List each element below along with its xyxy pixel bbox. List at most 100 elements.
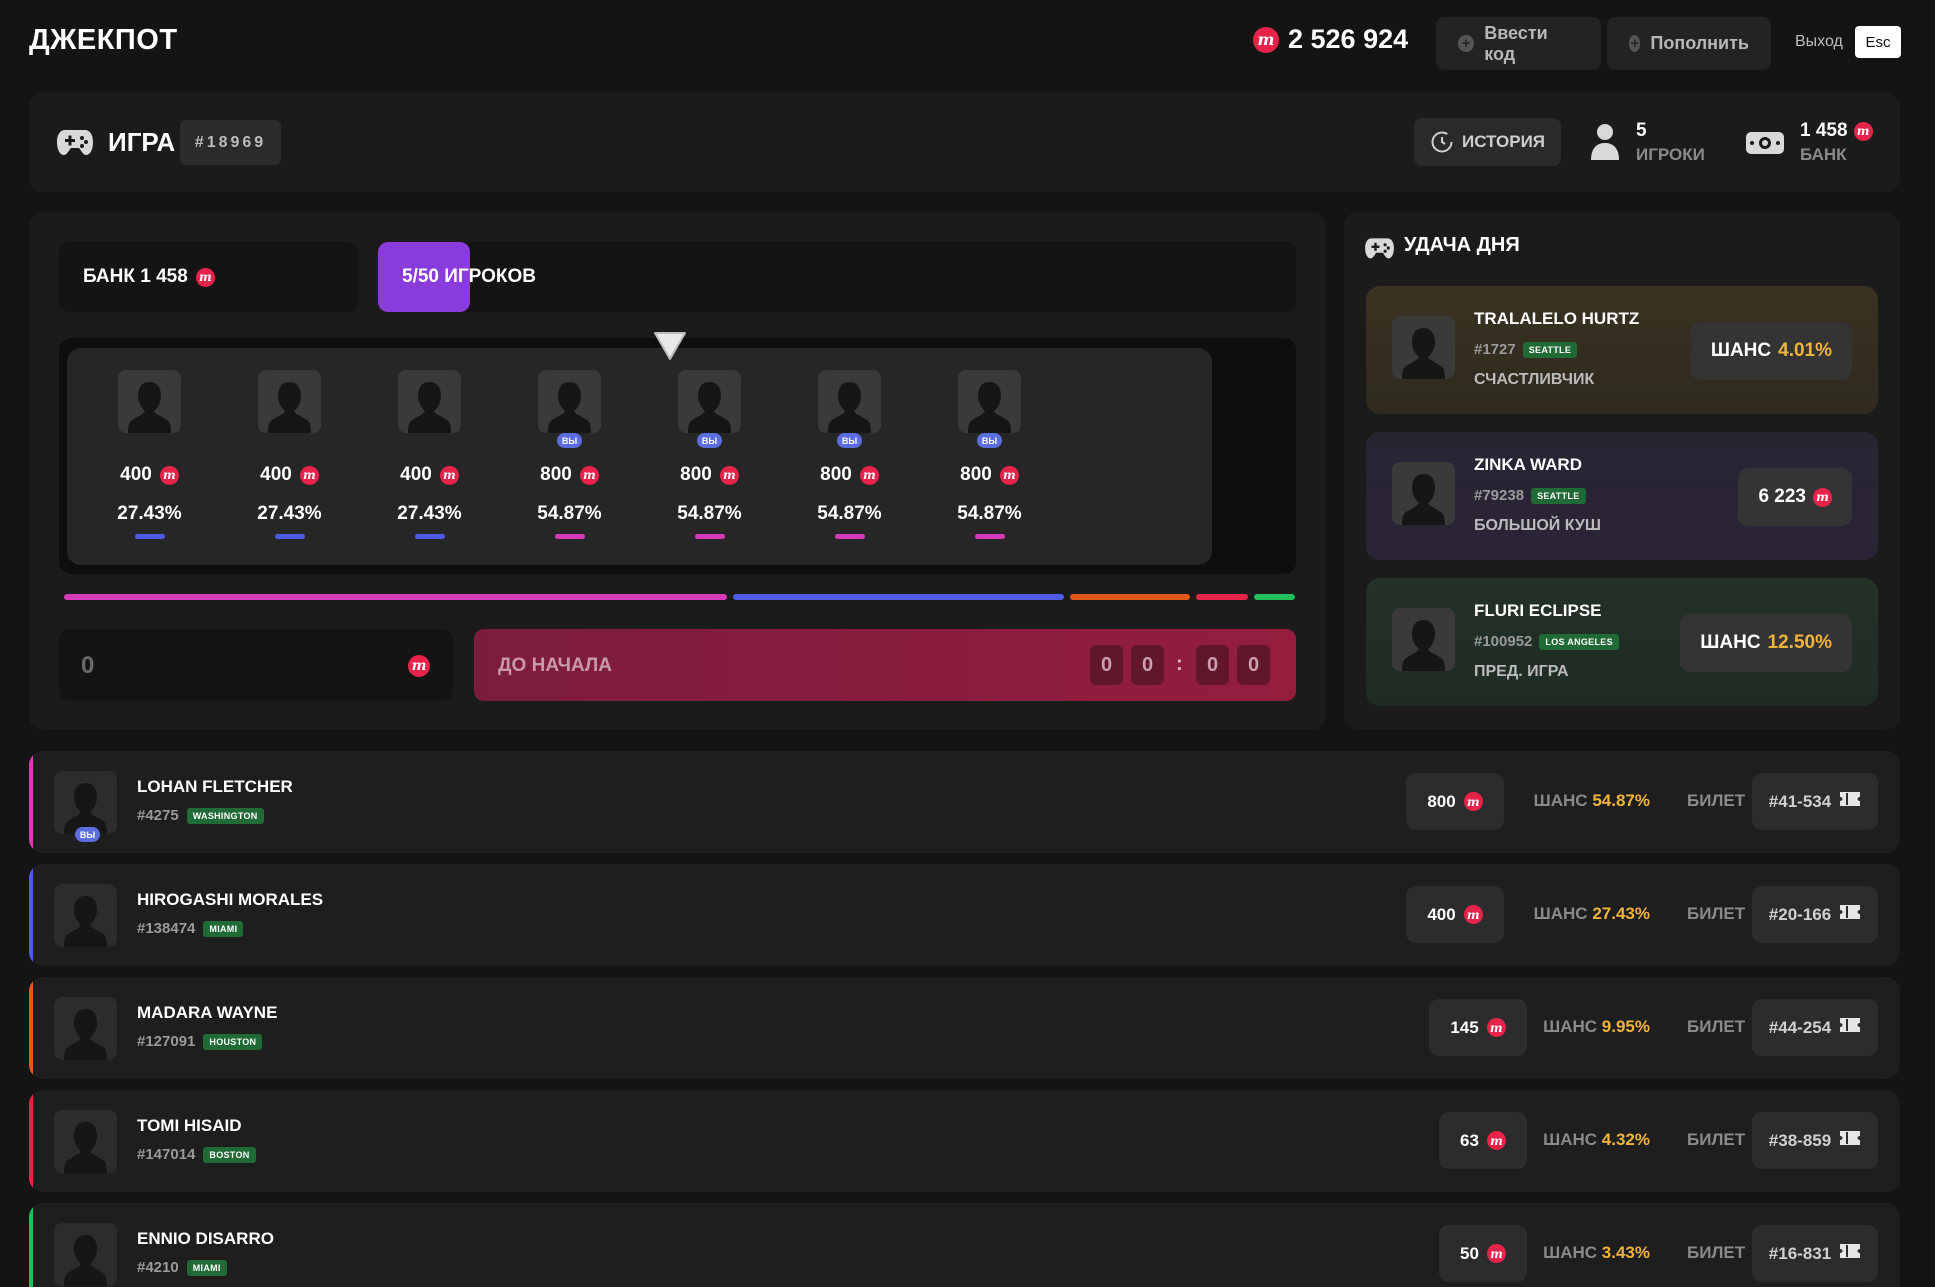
game-id-badge: #18969 bbox=[180, 120, 281, 165]
chance-segment bbox=[1196, 594, 1248, 600]
card-color-bar bbox=[835, 534, 865, 539]
player-row[interactable]: ENNIO DISARRO #4210 MIAMI 50 m ШАНС 3.43% БИЛЕ… bbox=[29, 1203, 1900, 1287]
bet-amount-input[interactable] bbox=[59, 629, 453, 701]
player-row[interactable]: MADARA WAYNE #127091 HOUSTON 145 m ШАНС 9.95%… bbox=[29, 977, 1900, 1079]
timer-digit: 0 bbox=[1131, 645, 1164, 685]
player-chance-label: ШАНС bbox=[1543, 1243, 1598, 1262]
player-chance-value: 4.32% bbox=[1601, 1130, 1650, 1149]
players-label: ИГРОКИ bbox=[1636, 145, 1705, 164]
esc-key-badge[interactable]: Esc bbox=[1855, 26, 1901, 58]
coin-icon: m bbox=[299, 465, 319, 485]
coin-icon: m bbox=[719, 465, 739, 485]
player-id-row: #4210 MIAMI bbox=[137, 1259, 227, 1276]
luck-player-name: FLURI ECLIPSE bbox=[1474, 601, 1602, 620]
plus-icon: + bbox=[1458, 35, 1475, 52]
card-color-bar bbox=[695, 534, 725, 539]
user-balance: m 2 526 924 bbox=[1253, 24, 1408, 55]
enter-code-button[interactable]: + Ввести код bbox=[1436, 17, 1601, 70]
ticket-button[interactable]: #41-534 bbox=[1752, 773, 1878, 830]
avatar bbox=[54, 997, 117, 1060]
ticket-value: #44-254 bbox=[1768, 1017, 1832, 1037]
player-bet-value: 50 bbox=[1460, 1243, 1479, 1263]
ticket-label: БИЛЕТ bbox=[1687, 1243, 1746, 1262]
coin-icon: m bbox=[195, 267, 215, 287]
you-badge: ВЫ bbox=[557, 433, 582, 448]
avatar bbox=[1392, 608, 1455, 671]
avatar bbox=[958, 370, 1021, 433]
luck-badge-label: ШАНС bbox=[1710, 340, 1772, 361]
player-id: #127091 bbox=[137, 1033, 196, 1050]
luck-card: ZINKA WARD #79238 SEATTLE БОЛЬШОЙ КУШ 6 223 m bbox=[1366, 432, 1878, 560]
ticket-button[interactable]: #20-166 bbox=[1752, 886, 1878, 943]
plus-icon: + bbox=[1629, 35, 1641, 52]
bank-label: БАНК bbox=[1800, 145, 1847, 164]
ticket-icon bbox=[1839, 1129, 1861, 1152]
avatar bbox=[54, 1110, 117, 1173]
ticket-button[interactable]: #44-254 bbox=[1752, 999, 1878, 1056]
coin-icon: m bbox=[579, 465, 599, 485]
player-bet-value: 63 bbox=[1460, 1130, 1479, 1150]
ticket-label: БИЛЕТ bbox=[1687, 1130, 1746, 1149]
coin-icon: m bbox=[999, 465, 1019, 485]
player-name: HIROGASHI MORALES bbox=[137, 890, 324, 909]
player-row[interactable]: TOMI HISAID #147014 BOSTON 63 m ШАНС 4.32% БИЛ… bbox=[29, 1090, 1900, 1192]
timer-digit: 0 bbox=[1090, 645, 1123, 685]
chance-segment bbox=[1254, 594, 1295, 600]
player-row[interactable]: ВЫ LOHAN FLETCHER #4275 WASHINGTON 800 m ШАНС … bbox=[29, 751, 1900, 853]
luck-player-id-row: #79238 SEATTLE bbox=[1474, 487, 1586, 504]
player-chance-label: ШАНС bbox=[1533, 904, 1588, 923]
player-name: TOMI HISAID bbox=[137, 1116, 242, 1135]
luck-card: FLURI ECLIPSE #100952 LOS ANGELES ПРЕД. ИГР… bbox=[1366, 578, 1878, 706]
luck-badge: ШАНС 4.01% bbox=[1690, 322, 1852, 380]
player-bet-amount: 400 m bbox=[1406, 886, 1504, 943]
city-badge: WASHINGTON bbox=[186, 807, 264, 824]
ticket-button[interactable]: #16-831 bbox=[1752, 1225, 1878, 1282]
player-chance: ШАНС 27.43% bbox=[1534, 904, 1650, 924]
player-color-edge bbox=[29, 1203, 33, 1287]
roulette-pointer-icon bbox=[654, 332, 686, 360]
player-color-edge bbox=[29, 1090, 33, 1192]
luck-player-id-row: #1727 SEATTLE bbox=[1474, 341, 1578, 358]
timer-colon: : bbox=[1176, 653, 1183, 675]
avatar bbox=[818, 370, 881, 433]
deposit-button[interactable]: + Пополнить bbox=[1607, 17, 1771, 70]
card-amount-value: 800 bbox=[540, 464, 572, 485]
gamepad-icon bbox=[57, 130, 93, 155]
ticket-label: БИЛЕТ bbox=[1687, 1017, 1746, 1036]
you-badge: ВЫ bbox=[697, 433, 722, 448]
avatar bbox=[1392, 462, 1455, 525]
player-chance: ШАНС 3.43% bbox=[1543, 1243, 1650, 1263]
luck-title: ПРЕД. ИГРА bbox=[1474, 663, 1569, 680]
history-button[interactable]: ИСТОРИЯ bbox=[1414, 118, 1561, 166]
player-name: LOHAN FLETCHER bbox=[137, 777, 293, 796]
player-chance-label: ШАНС bbox=[1543, 1130, 1598, 1149]
luck-player-name: TRALALELO HURTZ bbox=[1474, 309, 1640, 328]
card-color-bar bbox=[275, 534, 305, 539]
card-amount-value: 800 bbox=[820, 464, 852, 485]
player-bet-value: 145 bbox=[1450, 1017, 1479, 1037]
cash-icon bbox=[1746, 132, 1784, 154]
you-badge: ВЫ bbox=[75, 827, 100, 842]
logout-link[interactable]: Выход bbox=[1795, 33, 1843, 51]
chance-segment bbox=[64, 594, 727, 600]
coin-icon: m bbox=[1463, 792, 1483, 811]
ticket-button[interactable]: #38-859 bbox=[1752, 1112, 1878, 1169]
player-bet-value: 400 bbox=[1427, 904, 1456, 924]
card-amount-value: 800 bbox=[960, 464, 992, 485]
balance-value: 2 526 924 bbox=[1288, 24, 1409, 54]
avatar bbox=[54, 1223, 117, 1286]
city-badge: HOUSTON bbox=[203, 1033, 263, 1050]
player-row[interactable]: HIROGASHI MORALES #138474 MIAMI 400 m ШАНС 27… bbox=[29, 864, 1900, 966]
player-bet-amount: 63 m bbox=[1439, 1112, 1527, 1169]
players-count: 5 bbox=[1636, 120, 1647, 141]
enter-code-label: Ввести код bbox=[1484, 22, 1548, 64]
player-id: #138474 bbox=[137, 920, 196, 937]
city-badge: MIAMI bbox=[186, 1259, 227, 1276]
user-icon bbox=[1591, 124, 1619, 160]
app-logo[interactable]: ДЖЕКПОТ bbox=[29, 24, 178, 57]
player-chance-value: 9.95% bbox=[1601, 1017, 1650, 1036]
coin-icon: m bbox=[1486, 1018, 1506, 1037]
player-bet-amount: 800 m bbox=[1406, 773, 1504, 830]
bank-value-group: 1 458 m bbox=[1800, 120, 1873, 142]
coin-icon: m bbox=[1486, 1131, 1506, 1150]
